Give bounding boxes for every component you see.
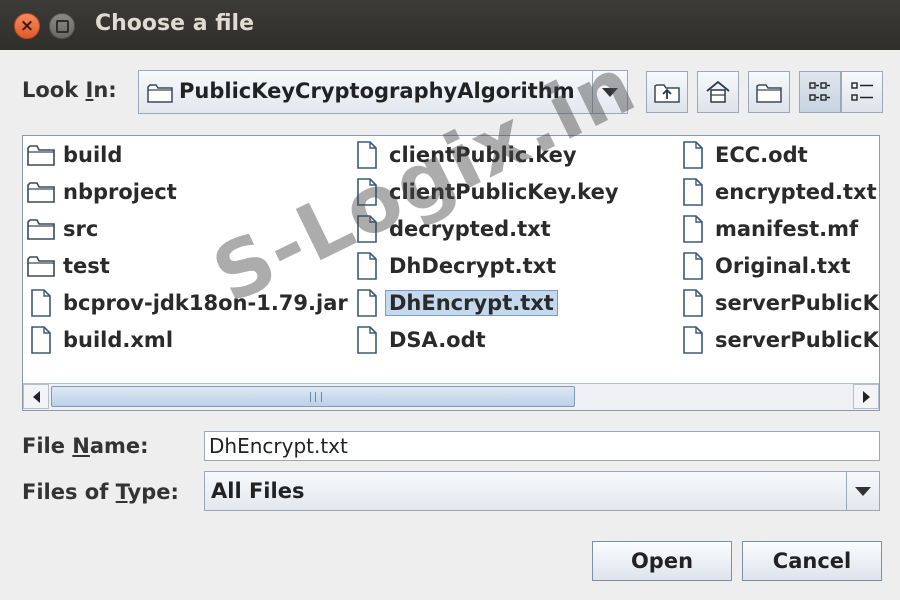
title-bar: × Choose a file [0,0,900,50]
files-of-type-value: All Files [211,479,305,503]
scroll-left-button[interactable] [23,384,49,409]
new-folder-button[interactable] [748,71,790,113]
minimize-icon[interactable] [49,13,75,39]
list-item[interactable]: ECC.odt [679,139,808,171]
folder-icon [147,83,173,107]
list-view-button[interactable] [799,71,841,113]
list-item[interactable]: DSA.odt [353,324,486,356]
list-item[interactable]: nbproject [27,176,177,208]
chevron-down-icon [855,486,871,496]
chevron-down-icon [602,87,618,97]
file-list[interactable]: build nbproject src test bcprov-jdk18on-… [22,135,880,411]
file-icon [679,215,707,243]
open-button[interactable]: Open [592,541,732,581]
up-one-level-button[interactable] [646,71,688,113]
file-icon [679,178,707,206]
list-item[interactable]: bcprov-jdk18on-1.79.jar [27,287,348,319]
look-in-dropdown-arrow[interactable] [592,71,627,113]
list-item[interactable]: serverPublicK [679,324,879,356]
window-title: Choose a file [95,11,254,36]
scroll-right-button[interactable] [853,384,879,409]
list-item[interactable]: clientPublicKey.key [353,176,619,208]
folder-icon [27,252,55,280]
list-item[interactable]: build [27,139,122,171]
file-icon [27,289,55,317]
up-folder-icon [654,84,680,103]
list-item[interactable]: Original.txt [679,250,851,282]
list-item[interactable]: encrypted.txt [679,176,877,208]
list-item-selected[interactable]: DhEncrypt.txt [353,287,558,319]
file-name-label: File Name: [22,434,149,458]
arrow-left-icon [32,390,40,403]
file-icon [353,289,381,317]
list-item[interactable]: clientPublic.key [353,139,577,171]
close-icon[interactable]: × [14,13,40,39]
list-item[interactable]: test [27,250,110,282]
list-item[interactable]: serverPublicK [679,287,879,319]
file-icon [679,289,707,317]
file-name-input[interactable] [204,431,880,461]
look-in-value: PublicKeyCryptographyAlgorithm [179,79,575,103]
file-icon [353,252,381,280]
details-view-button[interactable] [841,71,883,113]
file-icon [679,141,707,169]
look-in-combo[interactable]: PublicKeyCryptographyAlgorithm [138,70,628,114]
home-button[interactable] [697,71,739,113]
cancel-button[interactable]: Cancel [742,541,882,581]
folder-icon [27,215,55,243]
grip-icon [310,392,322,402]
list-view-icon [809,82,830,101]
list-item[interactable]: manifest.mf [679,213,858,245]
files-of-type-combo[interactable]: All Files [204,471,880,511]
details-view-icon [851,82,873,101]
file-icon [353,215,381,243]
new-folder-icon [756,84,782,103]
list-item[interactable]: DhDecrypt.txt [353,250,556,282]
file-icon [679,252,707,280]
file-icon [353,326,381,354]
look-in-label: Look In: [22,78,117,102]
list-item[interactable]: decrypted.txt [353,213,551,245]
files-of-type-dropdown-arrow[interactable] [846,472,879,510]
file-icon [353,141,381,169]
horizontal-scrollbar[interactable] [23,383,879,410]
scrollbar-thumb[interactable] [51,386,575,407]
files-of-type-label: Files of Type: [22,480,179,504]
list-item[interactable]: build.xml [27,324,173,356]
folder-icon [27,178,55,206]
file-icon [679,326,707,354]
home-icon [706,80,730,103]
list-item[interactable]: src [27,213,98,245]
file-icon [353,178,381,206]
file-icon [27,326,55,354]
folder-icon [27,141,55,169]
arrow-right-icon [862,390,870,403]
